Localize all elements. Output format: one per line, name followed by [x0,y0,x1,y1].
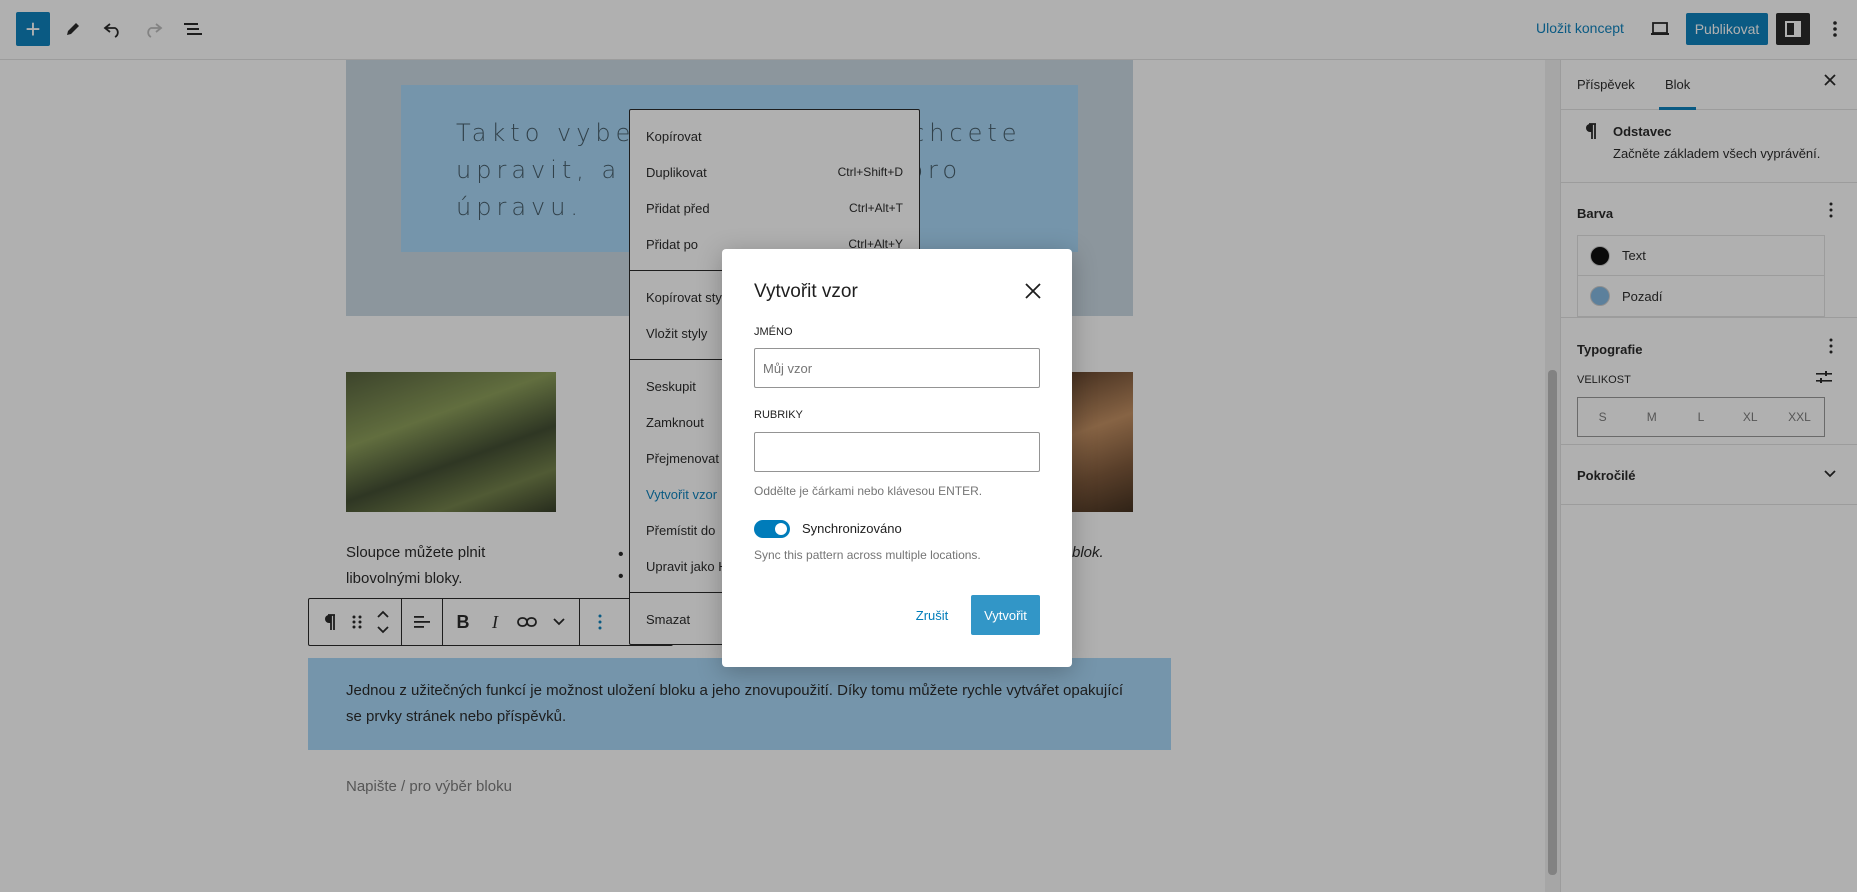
sync-toggle[interactable] [754,520,790,538]
categories-field-label: RUBRIKY [754,409,803,421]
categories-input[interactable] [754,432,1040,472]
pattern-name-input[interactable] [754,348,1040,388]
name-field-label: JMÉNO [754,326,793,338]
modal-title: Vytvořit vzor [754,281,858,302]
sync-help-text: Sync this pattern across multiple locati… [754,548,981,562]
toggle-knob [775,523,787,535]
create-button[interactable]: Vytvořit [971,595,1040,635]
sync-toggle-label: Synchronizováno [802,521,902,536]
categories-help-text: Oddělte je čárkami nebo klávesou ENTER. [754,484,983,498]
cancel-button[interactable]: Zrušit [908,595,956,635]
modal-close-button[interactable] [1018,276,1048,306]
create-pattern-modal: Vytvořit vzor JMÉNO RUBRIKY Oddělte je č… [722,249,1072,667]
close-icon [1025,283,1041,299]
